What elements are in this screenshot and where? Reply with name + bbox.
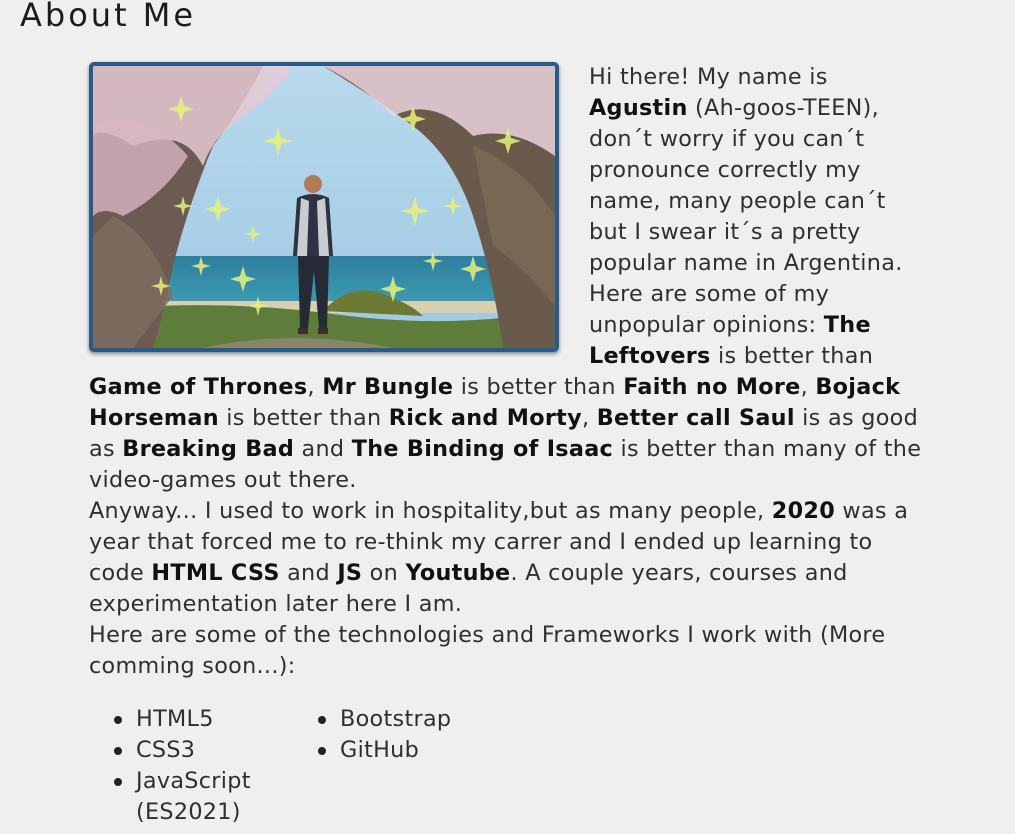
about-content: Hi there! My name is Agustin (Ah-goos-TE… [89, 62, 929, 828]
name-highlight: Agustin [589, 95, 688, 121]
profile-photo-image [93, 66, 555, 348]
bio-technologies-intro: Here are some of the technologies and Fr… [89, 622, 886, 679]
list-item: HTML5 [89, 704, 313, 735]
list-item: Bootstrap [313, 704, 513, 735]
list-item: JavaScript (ES2021) [89, 766, 313, 828]
bio-career: Anyway... I used to work in hospitality,… [89, 498, 909, 617]
profile-photo [89, 62, 559, 352]
technologies-list: HTML5 CSS3 JavaScript (ES2021) Bootstrap… [89, 704, 549, 828]
section-title: About Me [20, 0, 197, 34]
list-item: GitHub [313, 735, 513, 766]
list-item: CSS3 [89, 735, 313, 766]
